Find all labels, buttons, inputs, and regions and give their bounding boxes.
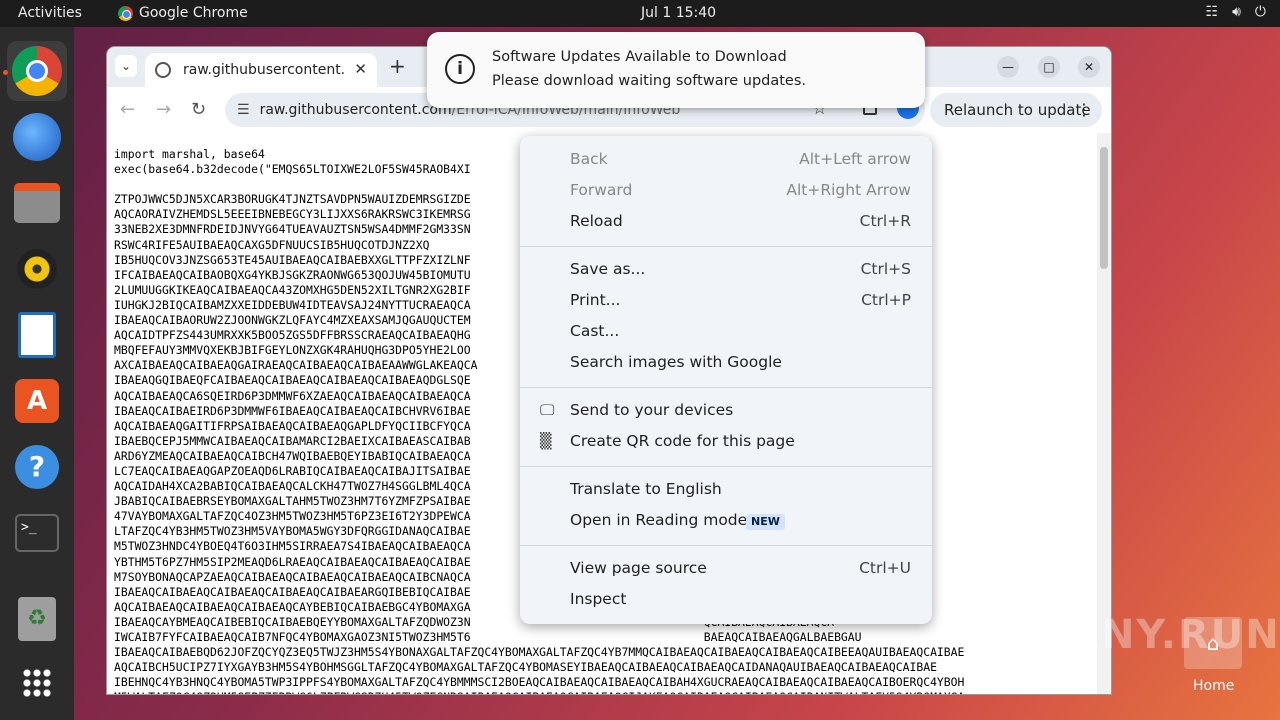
network-icon: ☷ (1205, 4, 1219, 20)
clock[interactable]: Jul 1 15:40 (641, 5, 716, 21)
tab-search-button[interactable]: ⌄ (115, 55, 137, 77)
menu-item-label: Send to your devices (570, 401, 734, 419)
app-center-icon: A (15, 379, 59, 423)
menu-item-save-as[interactable]: Save as... Ctrl+S (520, 254, 932, 285)
dock-terminal[interactable]: >_ (7, 503, 67, 563)
menu-separator (520, 545, 932, 546)
menu-item-view-source[interactable]: View page source Ctrl+U (520, 553, 932, 584)
relaunch-label: Relaunch to update (944, 101, 1091, 119)
dock-help[interactable]: ? (7, 437, 67, 497)
tab-title: raw.githubusercontent. (183, 62, 346, 78)
thunderbird-icon (13, 113, 61, 161)
relaunch-button[interactable]: Relaunch to update ⋮ (930, 93, 1102, 127)
forward-button[interactable]: → (156, 99, 171, 120)
menu-item-shortcut: Ctrl+P (861, 291, 911, 309)
activities-button[interactable]: Activities (18, 5, 82, 21)
menu-separator (520, 387, 932, 388)
close-icon[interactable]: ✕ (354, 60, 367, 78)
rhythmbox-icon (17, 249, 57, 289)
menu-item-cast[interactable]: Cast... (520, 316, 932, 347)
dock-writer[interactable] (7, 305, 67, 365)
dock-thunderbird[interactable] (7, 107, 67, 167)
trash-icon: ♻ (18, 597, 56, 641)
help-icon: ? (15, 445, 59, 489)
site-info-icon[interactable]: ☰ (237, 102, 250, 118)
menu-item-send-to-devices[interactable]: 🖵︎ Send to your devices (520, 395, 932, 426)
tab-active[interactable]: raw.githubusercontent. ✕ (145, 53, 377, 87)
menu-item-shortcut: Ctrl+S (860, 260, 911, 278)
menu-item-label: Save as... (570, 260, 646, 278)
app-menu[interactable]: Google Chrome (118, 5, 248, 21)
menu-item-label: Print... (570, 291, 621, 309)
notification-title: Software Updates Available to Download (492, 49, 787, 65)
window-close-button[interactable]: ✕ (1078, 56, 1100, 78)
chrome-icon (118, 5, 133, 21)
top-bar: Activities Google Chrome Jul 1 15:40 ☷ 🔊… (0, 0, 1280, 27)
menu-item-label: Create QR code for this page (570, 432, 795, 450)
dock-files[interactable] (7, 173, 67, 233)
menu-separator (520, 466, 932, 467)
menu-item-reload[interactable]: Reload Ctrl+R (520, 206, 932, 237)
watermark: ANY.RUN (1068, 612, 1280, 658)
menu-item-back[interactable]: Back Alt+Left arrow (520, 144, 932, 175)
app-grid-icon (22, 668, 52, 698)
notification-body: Please download waiting software updates… (492, 73, 807, 89)
menu-item-label: Forward (570, 181, 633, 199)
running-indicator (3, 70, 8, 75)
terminal-icon: >_ (15, 514, 59, 552)
dock-trash[interactable]: ♻ (7, 589, 67, 649)
menu-item-qr-code[interactable]: ▒ Create QR code for this page (520, 426, 932, 457)
menu-item-shortcut: Ctrl+R (859, 212, 911, 230)
system-tray[interactable]: ☷ 🔊︎ ⏻ (1206, 4, 1266, 20)
minimize-button[interactable]: — (997, 56, 1019, 78)
menu-separator (520, 246, 932, 247)
dock-rhythmbox[interactable] (7, 239, 67, 299)
new-tab-button[interactable]: + (389, 54, 406, 78)
menu-item-label: Reload (570, 212, 623, 230)
home-folder-icon[interactable]: ⌂ (1184, 617, 1242, 669)
globe-icon (155, 62, 171, 78)
menu-item-shortcut: Alt+Right Arrow (786, 181, 911, 199)
menu-item-translate[interactable]: Translate to English (520, 474, 932, 505)
dock-app-grid[interactable] (7, 653, 67, 713)
devices-icon: 🖵︎ (540, 401, 555, 419)
menu-item-reading-mode[interactable]: Open in Reading mode NEW (520, 505, 932, 536)
chrome-icon (12, 46, 62, 96)
app-name: Google Chrome (139, 5, 248, 21)
dock: A ? >_ ♻ (0, 27, 74, 720)
menu-item-shortcut: Ctrl+U (859, 559, 911, 577)
power-icon: ⏻ (1254, 4, 1266, 20)
back-button[interactable]: ← (120, 99, 135, 120)
menu-item-shortcut: Alt+Left arrow (799, 150, 911, 168)
menu-item-label: Translate to English (570, 480, 722, 498)
menu-item-label: Back (570, 150, 608, 168)
volume-icon: 🔊︎ (1232, 4, 1241, 20)
menu-item-forward[interactable]: Forward Alt+Right Arrow (520, 175, 932, 206)
menu-item-label: Inspect (570, 590, 627, 608)
writer-icon (18, 312, 56, 358)
context-menu: Back Alt+Left arrow Forward Alt+Right Ar… (520, 136, 932, 624)
reload-button[interactable]: ↻ (191, 99, 206, 120)
url-host: raw.githubusercontent.com (259, 102, 452, 118)
vertical-scrollbar[interactable] (1097, 133, 1111, 694)
maximize-button[interactable]: □ (1038, 56, 1060, 78)
new-badge: NEW (746, 514, 785, 530)
menu-item-search-images[interactable]: Search images with Google (520, 347, 932, 378)
menu-item-print[interactable]: Print... Ctrl+P (520, 285, 932, 316)
menu-item-label: Search images with Google (570, 353, 782, 371)
menu-item-label: Open in Reading mode (570, 511, 748, 529)
more-menu-icon[interactable]: ⋮ (1076, 100, 1092, 119)
dock-app-center[interactable]: A (7, 371, 67, 431)
scrollbar-thumb[interactable] (1100, 147, 1108, 269)
files-icon (14, 183, 60, 223)
qr-code-icon: ▒ (540, 432, 552, 450)
menu-item-label: View page source (570, 559, 707, 577)
update-notification[interactable]: i Software Updates Available to Download… (427, 32, 925, 108)
menu-item-label: Cast... (570, 322, 620, 340)
menu-item-inspect[interactable]: Inspect (520, 584, 932, 615)
home-label: Home (1193, 678, 1235, 694)
dock-chrome[interactable] (7, 41, 67, 101)
info-icon: i (445, 54, 475, 84)
